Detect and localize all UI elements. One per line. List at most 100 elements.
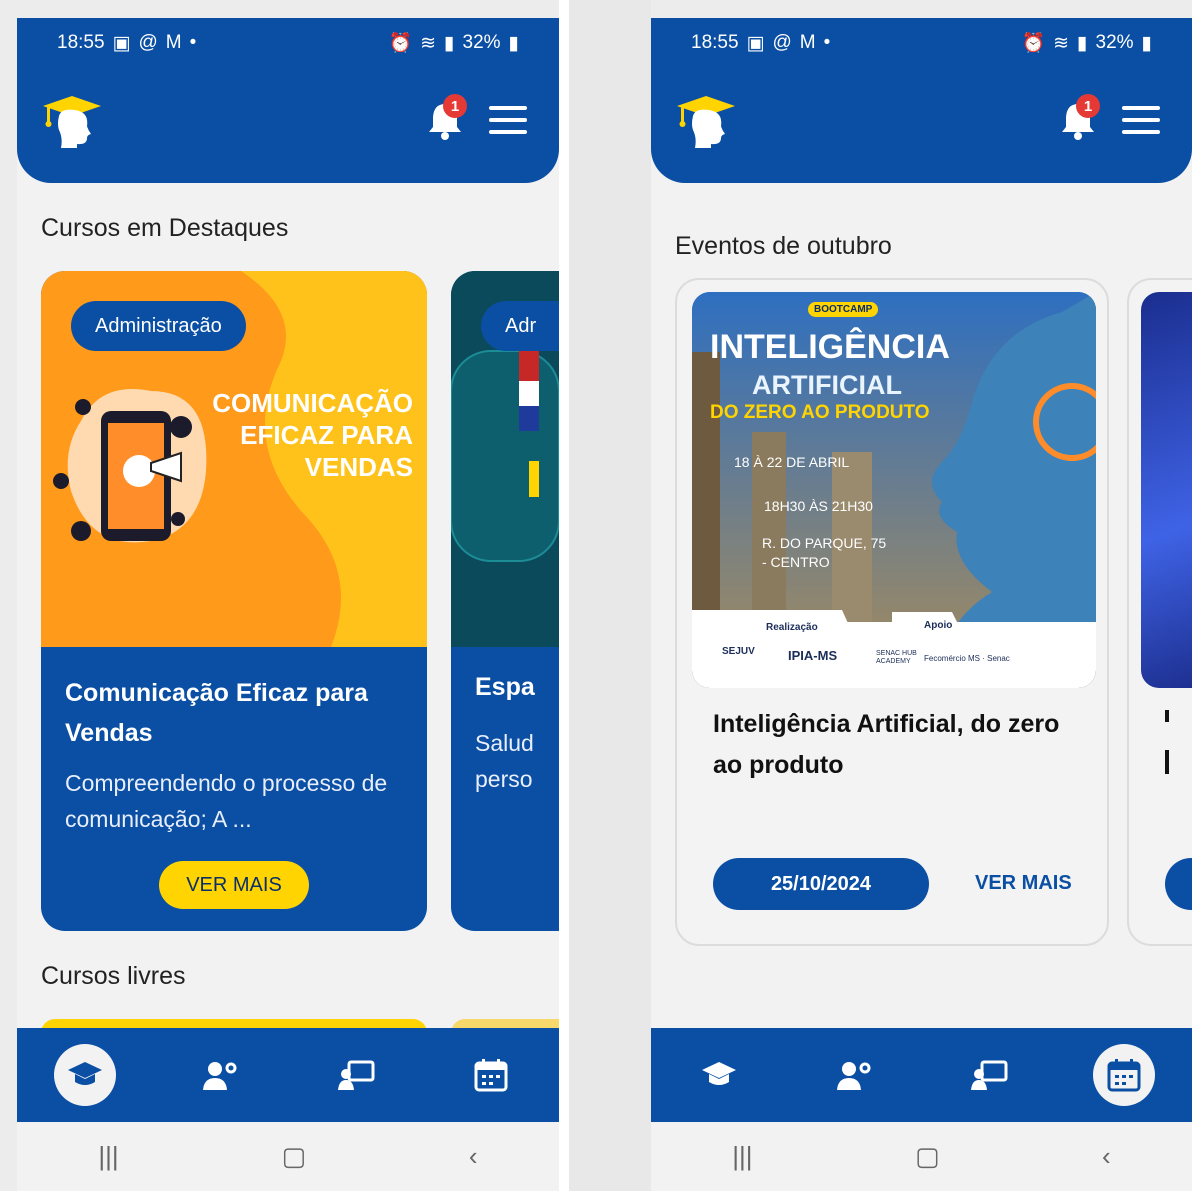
- section-title-featured: Cursos em Destaques: [41, 214, 289, 242]
- dot-icon: •: [823, 32, 831, 53]
- poster-title-2: ARTIFICIAL: [752, 370, 902, 400]
- teacher-board-icon: [971, 1060, 1008, 1090]
- bottom-navigation-events: [651, 1028, 1192, 1122]
- dot-icon: •: [189, 32, 197, 53]
- poster-badge: BOOTCAMP: [808, 302, 879, 317]
- banner-line-2: EFICAZ PARA: [240, 420, 413, 450]
- event-ver-mais-link[interactable]: VER MAIS: [975, 872, 1072, 895]
- poster-place-1: R. DO PARQUE, 75: [762, 535, 887, 551]
- poster-logo-fecomercio: Fecomércio MS · Senac: [924, 654, 1010, 663]
- status-time-events: 18:55: [691, 32, 739, 53]
- banner-line-1: COMUNICAÇÃO: [212, 388, 413, 418]
- screen-gap: [569, 0, 651, 1191]
- gmail-icon: M: [165, 32, 182, 53]
- next-event-poster: [1141, 292, 1192, 688]
- next-course-banner: Adr: [451, 271, 559, 647]
- poster-place-2: - CENTRO: [762, 554, 830, 570]
- system-navigation-bar: ||| ▢ ‹: [17, 1122, 559, 1191]
- recent-apps-icon[interactable]: |||: [732, 1141, 752, 1172]
- banner-headline: COMUNICAÇÃO EFICAZ PARA VENDAS: [212, 387, 413, 483]
- bottom-navigation: [17, 1028, 559, 1122]
- calendar-icon: [474, 1059, 508, 1092]
- wifi-icon: ≋: [1053, 32, 1070, 54]
- battery-level: 32%: [462, 32, 501, 53]
- home-icon[interactable]: ▢: [915, 1141, 940, 1172]
- app-logo-icon[interactable]: [675, 90, 737, 148]
- event-title: Inteligência Artificial, do zero ao prod…: [713, 710, 1060, 779]
- event-card[interactable]: BOOTCAMP INTELIGÊNCIA ARTIFICIAL DO ZERO…: [675, 278, 1109, 946]
- poster-subtitle: DO ZERO AO PRODUTO: [710, 402, 930, 423]
- next-course-tag[interactable]: Adr: [481, 301, 559, 351]
- poster-logo-sejuv: SEJUV: [722, 646, 755, 657]
- app-header: 18:55 ▣ @ M • ⏰ ≋ ▮ 32% ▮ 1: [17, 18, 559, 183]
- nav-events[interactable]: [460, 1044, 522, 1106]
- event-poster-image: BOOTCAMP INTELIGÊNCIA ARTIFICIAL DO ZERO…: [692, 292, 1096, 688]
- status-time: 18:55: [57, 32, 105, 53]
- graduation-cap-icon: [701, 1062, 736, 1085]
- notification-badge-events: 1: [1076, 94, 1100, 118]
- workers-icon: [203, 1062, 237, 1090]
- section-title-events: Eventos de outubro: [675, 232, 892, 260]
- signal-icon: ▮: [1077, 32, 1088, 54]
- teacher-board-icon: [337, 1060, 375, 1090]
- poster-realizacao: Realização: [766, 622, 818, 633]
- gallery-icon: ▣: [112, 32, 131, 54]
- home-icon[interactable]: ▢: [282, 1141, 307, 1172]
- nav-courses[interactable]: [53, 1044, 116, 1106]
- workers-icon: [836, 1062, 871, 1090]
- phone-screen-courses: 18:55 ▣ @ M • ⏰ ≋ ▮ 32% ▮ 1 Cursos em De…: [17, 18, 559, 1191]
- next-event-title-peek-2: [1165, 750, 1169, 774]
- recent-apps-icon[interactable]: |||: [98, 1141, 118, 1172]
- threads-icon: @: [138, 32, 158, 53]
- wifi-icon: ≋: [420, 32, 437, 54]
- system-navigation-bar-events: ||| ▢ ‹: [651, 1122, 1192, 1191]
- back-icon[interactable]: ‹: [1102, 1141, 1111, 1172]
- poster-date: 18 À 22 DE ABRIL: [734, 454, 850, 470]
- ver-mais-button[interactable]: VER MAIS: [159, 861, 309, 909]
- hamburger-menu-icon[interactable]: [1122, 106, 1160, 134]
- nav-professionals[interactable]: [189, 1044, 251, 1106]
- next-course-description: Salud perso: [475, 725, 534, 797]
- next-course-desc-line-1: Salud: [475, 730, 534, 756]
- next-event-title-peek: [1165, 710, 1169, 722]
- poster-logo-ipia: IPIA-MS: [788, 648, 838, 663]
- next-event-date-pill[interactable]: [1165, 858, 1192, 910]
- alarm-icon: ⏰: [1021, 33, 1046, 54]
- battery-level-events: 32%: [1095, 32, 1134, 53]
- course-banner-image: Administração COMUNICAÇÃO EFICAZ PARA VE…: [41, 271, 427, 647]
- battery-icon: ▮: [508, 32, 519, 54]
- section-title-free-courses: Cursos livres: [41, 962, 186, 990]
- featured-course-card[interactable]: Administração COMUNICAÇÃO EFICAZ PARA VE…: [41, 271, 427, 931]
- screen-divider: [559, 0, 569, 1191]
- nav-classes[interactable]: [958, 1044, 1020, 1106]
- graduation-cap-icon: [67, 1062, 102, 1085]
- alarm-icon: ⏰: [388, 33, 413, 54]
- threads-icon: @: [772, 32, 792, 53]
- course-title: Comunicação Eficaz para Vendas: [65, 679, 368, 747]
- nav-courses[interactable]: [688, 1044, 750, 1106]
- app-logo-icon[interactable]: [41, 90, 103, 148]
- status-bar-events: 18:55 ▣ @ M • ⏰ ≋ ▮ 32% ▮: [691, 30, 1152, 56]
- next-event-card[interactable]: [1127, 278, 1192, 946]
- nav-classes[interactable]: [325, 1044, 387, 1106]
- category-tag[interactable]: Administração: [71, 301, 246, 351]
- gallery-icon: ▣: [746, 32, 765, 54]
- poster-apoio: Apoio: [924, 620, 953, 631]
- next-course-desc-line-2: perso: [475, 766, 533, 792]
- next-course-card[interactable]: Adr Espa Salud perso: [451, 271, 559, 931]
- course-description: Compreendendo o processo de comunicação;…: [65, 770, 388, 832]
- battery-icon: ▮: [1141, 32, 1152, 54]
- status-bar: 18:55 ▣ @ M • ⏰ ≋ ▮ 32% ▮: [57, 30, 519, 56]
- event-date-pill[interactable]: 25/10/2024: [713, 858, 929, 910]
- nav-events[interactable]: [1093, 1044, 1156, 1106]
- back-icon[interactable]: ‹: [469, 1141, 478, 1172]
- gmail-icon: M: [799, 32, 816, 53]
- poster-title-1: INTELIGÊNCIA: [710, 328, 950, 366]
- poster-time: 18H30 ÀS 21H30: [764, 498, 873, 514]
- nav-professionals[interactable]: [823, 1044, 885, 1106]
- calendar-icon: [1107, 1059, 1141, 1092]
- poster-logo-senac-hub: SENAC HUB ACADEMY: [876, 650, 917, 665]
- poster-place: R. DO PARQUE, 75 - CENTRO: [762, 534, 886, 572]
- banner-line-3: VENDAS: [304, 452, 413, 482]
- hamburger-menu-icon[interactable]: [489, 106, 527, 134]
